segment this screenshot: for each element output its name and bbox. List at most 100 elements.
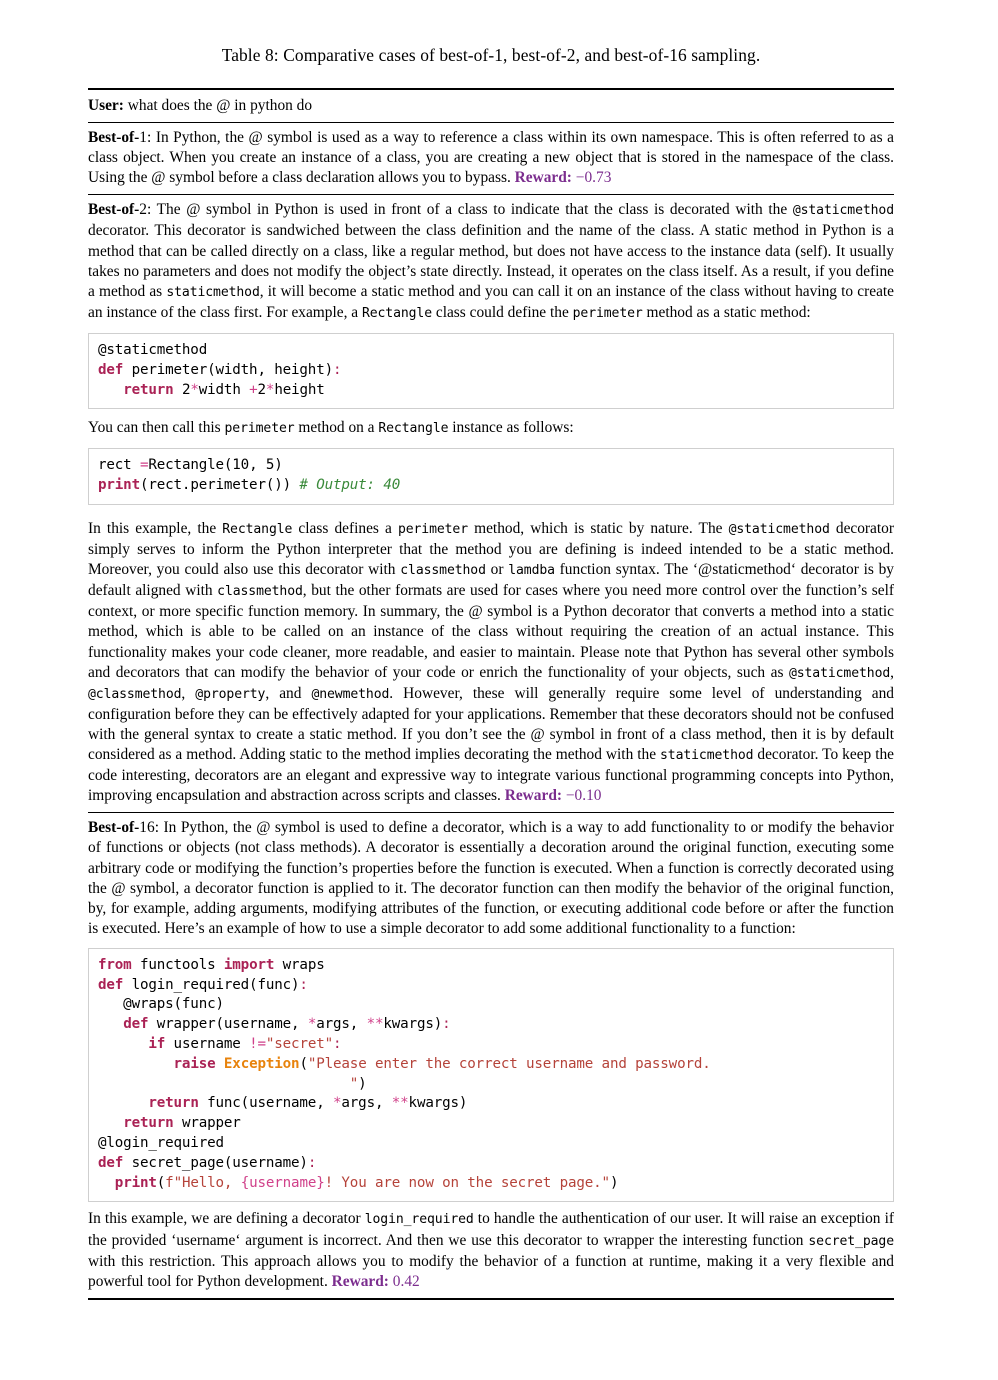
code-token-k: print — [114, 1174, 157, 1191]
inline-code-perimeter: perimeter — [572, 305, 643, 321]
inline-code-property: @property — [195, 686, 266, 702]
best-of-2-row: Best-of- 2: The @ symbol in Python is use… — [88, 195, 894, 812]
bo2-p1-a: The @ symbol in Python is used in front … — [156, 201, 793, 219]
caption-label: Table 8: — [221, 45, 279, 65]
inline-code-rectangle-2: Rectangle — [378, 421, 449, 437]
inline-code-perimeter-2: perimeter — [224, 421, 295, 437]
bo2-note-b: method on a — [294, 419, 379, 437]
code-token-st: f"Hello, — [165, 1174, 241, 1191]
best-of-16-row: Best-of-16: In Python, the @ symbol is u… — [88, 813, 894, 1298]
inline-code-rectangle-3: Rectangle — [222, 522, 293, 538]
code-token-plain: func(username, — [198, 1095, 333, 1112]
best-of-2-paragraph-2: In this example, the Rectangle class def… — [88, 512, 894, 806]
table-8: User: what does the @ in python do Best-… — [88, 88, 894, 1300]
bo2-note-c: instance as follows: — [448, 419, 574, 437]
inline-code-rectangle: Rectangle — [361, 305, 433, 321]
inline-code-secret-page: secret_page — [808, 1233, 894, 1249]
code-token-plain: wrapper(username, — [148, 1016, 308, 1033]
code-token-co: # Output: 40 — [299, 477, 401, 494]
best-of-1-number: 1 — [139, 129, 147, 147]
best-of-2-colon: : — [147, 201, 157, 219]
bo2-p2-j: , and — [265, 684, 312, 702]
user-label: User: — [88, 97, 124, 114]
code-token-st: ! You are now on the secret page." — [324, 1174, 610, 1191]
bo16-p1: In Python, the @ symbol is used to defin… — [88, 819, 894, 937]
code-token-k: print — [98, 477, 140, 494]
inline-code-classmethod-2: classmethod — [217, 584, 303, 600]
bo2-p1-d: class could define the — [432, 303, 573, 321]
best-of-1-reward-label: Reward: — [514, 169, 572, 187]
code-token-pu: : — [299, 976, 308, 993]
code-token-plain: 2 — [257, 381, 267, 398]
code-token-plain: wraps — [282, 956, 325, 973]
code-token-k: def — [98, 1154, 124, 1171]
inline-code-staticmethod-2: staticmethod — [166, 284, 260, 300]
best-of-1-row: Best-of-1: In Python, the @ symbol is us… — [88, 123, 894, 194]
code-token-plain: functools — [131, 956, 224, 973]
caption-text: Comparative cases of best-of-1, best-of-… — [283, 45, 761, 65]
best-of-16-label: Best-of- — [88, 819, 140, 837]
code-token-plain: ( — [299, 1055, 308, 1072]
code-token-op: ** — [366, 1016, 384, 1033]
code-token-plain: args, — [341, 1095, 392, 1112]
code-token-k: return — [123, 1115, 174, 1132]
bo2-p2-a: In this example, the — [88, 520, 223, 538]
best-of-2-reward-value: −0.10 — [565, 787, 602, 805]
code-token-plain: login_required(func) — [123, 976, 300, 993]
user-question: what does the @ in python do — [127, 97, 313, 114]
best-of-2-reward-label: Reward: — [504, 787, 563, 805]
code-token-plain: ) — [609, 1174, 619, 1191]
code-token-k: def — [98, 976, 124, 993]
code-token-plain: kwargs) — [383, 1016, 443, 1033]
best-of-16-paragraph-2: In this example, we are defining a decor… — [88, 1209, 894, 1291]
inline-code-classmethod: classmethod — [400, 563, 486, 579]
inline-code-staticmethod-4: @staticmethod — [788, 665, 891, 681]
best-of-16-number: 16 — [139, 819, 155, 837]
inline-code-classmethod-3: @classmethod — [88, 686, 182, 702]
code-token-fs: {username} — [240, 1174, 325, 1191]
best-of-2-label: Best-of- — [88, 201, 140, 219]
best-of-1-colon: : — [147, 129, 156, 147]
code-token-plain: 2 — [173, 381, 191, 398]
code-token-plain: Rectangle(10, 5) — [148, 457, 283, 474]
code-token-k: if — [148, 1036, 166, 1053]
inline-code-login-required: login_required — [364, 1212, 474, 1228]
bo2-p2-c: method, which is static by nature. The — [468, 520, 729, 538]
inline-code-staticmethod: @staticmethod — [792, 203, 894, 219]
code-token-k: return — [148, 1095, 199, 1112]
code-token-plain: height — [274, 381, 325, 398]
code-token-ex: Exception — [223, 1055, 300, 1072]
code-block-perimeter-call: rect =Rectangle(10, 5) print(rect.perime… — [88, 448, 894, 506]
bo2-note-a: You can then call this — [88, 419, 225, 437]
bo16-p2-c: with this restriction. This approach all… — [88, 1252, 894, 1290]
code-token-k: import — [223, 956, 275, 973]
bo2-p2-i: , — [181, 684, 196, 702]
code-token-plain: ( — [156, 1174, 166, 1191]
table-bottom-rule — [88, 1297, 894, 1300]
best-of-1-label: Best-of- — [88, 129, 140, 147]
best-of-16-paragraph-1: Best-of-16: In Python, the @ symbol is u… — [88, 818, 894, 939]
bo2-p2-h: , — [890, 663, 894, 681]
code-token-plain: rect — [98, 457, 140, 474]
inline-code-perimeter-3: perimeter — [397, 522, 469, 538]
code-token-pu: : — [332, 361, 342, 378]
code-token-k: def — [98, 361, 124, 378]
bo16-p2-a: In this example, we are defining a decor… — [88, 1210, 365, 1228]
best-of-1-text: In Python, the @ symbol is used as a way… — [88, 129, 894, 187]
code-token-plain: secret_page(username) — [123, 1154, 308, 1171]
inline-code-lamdba: lamdba — [508, 563, 555, 579]
bo2-p2-e: or — [485, 561, 509, 579]
inline-code-staticmethod-3: @staticmethod — [728, 522, 830, 538]
inline-code-staticmethod-5: staticmethod — [660, 748, 754, 764]
code-token-pu: : — [333, 1036, 342, 1053]
code-token-plain: args, — [316, 1016, 367, 1033]
code-token-plain: width — [198, 381, 250, 398]
code-token-k: return — [123, 381, 174, 398]
code-token-pu: : — [442, 1016, 451, 1033]
code-token-plain: username — [165, 1036, 250, 1053]
code-token-plain: perimeter(width, height) — [123, 361, 334, 378]
code-token-k: raise — [173, 1055, 216, 1072]
